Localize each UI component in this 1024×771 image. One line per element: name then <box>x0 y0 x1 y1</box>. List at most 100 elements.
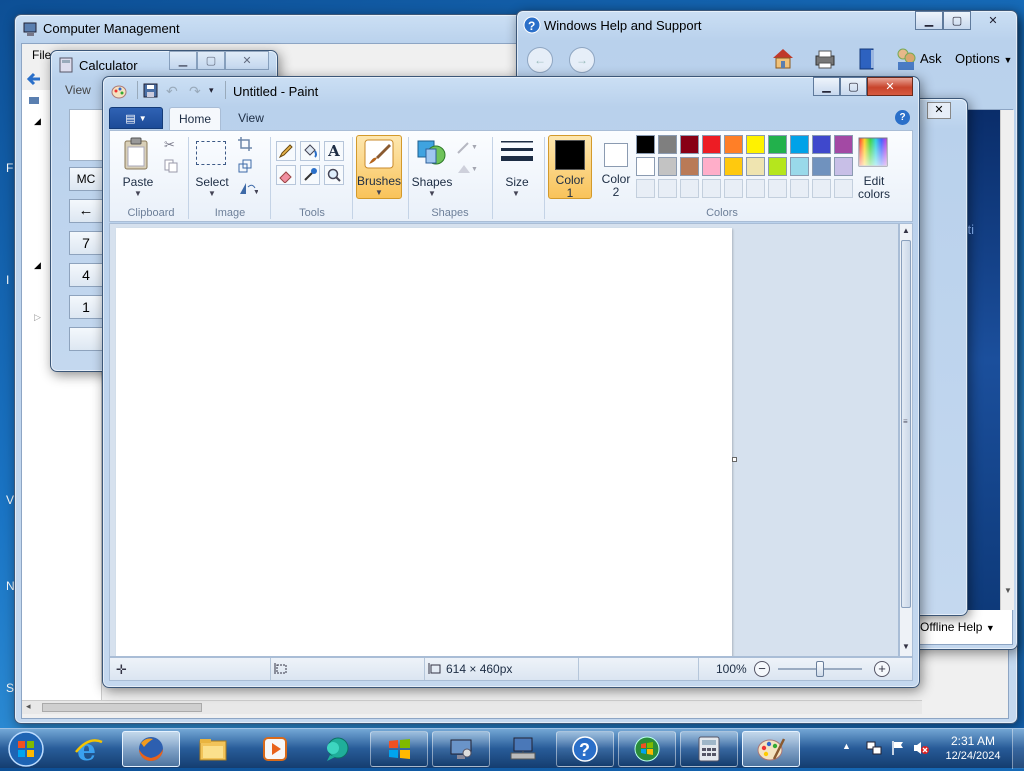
palette-custom-swatch[interactable] <box>768 179 787 198</box>
ask-label[interactable]: Ask <box>920 51 942 66</box>
close-button[interactable]: ✕ <box>225 51 269 70</box>
color1-button[interactable]: Color 1 <box>548 135 592 200</box>
palette-color-swatch[interactable] <box>834 135 853 154</box>
maximize-button[interactable]: ▢ <box>197 51 225 70</box>
scroll-thumb[interactable]: ≡ <box>901 240 911 608</box>
menu-view[interactable]: View <box>65 83 91 97</box>
scroll-up-icon[interactable]: ▲ <box>902 226 910 235</box>
palette-custom-swatch[interactable] <box>790 179 809 198</box>
edit-colors-label[interactable]: Edit colors <box>852 175 896 201</box>
palette-color-swatch[interactable] <box>790 157 809 176</box>
back-arrow-icon[interactable] <box>26 72 42 86</box>
offline-help-menu[interactable]: Offline Help ▼ <box>920 620 995 634</box>
palette-color-swatch[interactable] <box>768 157 787 176</box>
palette-color-swatch[interactable] <box>658 157 677 176</box>
size-icon[interactable] <box>500 139 534 167</box>
backspace-button[interactable]: ← <box>69 199 103 223</box>
palette-color-swatch[interactable] <box>724 157 743 176</box>
ask-icon[interactable] <box>895 47 917 71</box>
show-hidden-icons-icon[interactable]: ▲ <box>842 741 851 751</box>
minimize-button[interactable]: ▁ <box>169 51 197 70</box>
start-button[interactable] <box>6 730 46 768</box>
undo-icon[interactable]: ↶ <box>166 83 178 100</box>
key-1[interactable]: 1 <box>69 295 103 319</box>
palette-custom-swatch[interactable] <box>724 179 743 198</box>
maximize-button[interactable]: ▢ <box>840 77 867 96</box>
rotate-icon[interactable]: ▼ <box>238 181 260 196</box>
palette-custom-swatch[interactable] <box>636 179 655 198</box>
palette-color-swatch[interactable] <box>724 135 743 154</box>
close-button[interactable]: ✕ <box>971 11 1015 30</box>
shapes-icon[interactable] <box>416 137 448 169</box>
expander-icon[interactable]: ◢ <box>34 260 41 271</box>
pencil-icon[interactable] <box>276 141 296 161</box>
dropdown-arrow-icon[interactable]: ▼ <box>208 189 216 198</box>
maximize-button[interactable]: ▢ <box>943 11 971 30</box>
palette-color-swatch[interactable] <box>702 135 721 154</box>
palette-custom-swatch[interactable] <box>658 179 677 198</box>
vertical-scrollbar[interactable]: ▲ ≡ ▼ <box>899 223 913 657</box>
taskbar-media-player[interactable] <box>618 731 676 767</box>
taskbar-internet-explorer[interactable]: e <box>60 731 118 767</box>
taskbar-computer-management[interactable] <box>432 731 490 767</box>
home-icon[interactable] <box>771 47 795 69</box>
palette-color-swatch[interactable] <box>636 157 655 176</box>
select-label[interactable]: Select <box>190 175 234 189</box>
qat-customize-icon[interactable]: ▾ <box>209 85 214 96</box>
zoom-in-button[interactable]: + <box>874 661 890 677</box>
palette-custom-swatch[interactable] <box>812 179 831 198</box>
taskbar-windows[interactable] <box>370 731 428 767</box>
palette-custom-swatch[interactable] <box>746 179 765 198</box>
close-button[interactable]: ✕ <box>867 77 913 96</box>
close-button[interactable]: ✕ <box>927 102 951 119</box>
taskbar-help[interactable]: ? <box>556 731 614 767</box>
palette-color-swatch[interactable] <box>790 135 809 154</box>
scroll-thumb[interactable] <box>42 703 202 712</box>
palette-color-swatch[interactable] <box>812 135 831 154</box>
edit-colors-icon[interactable] <box>858 137 888 167</box>
tab-view[interactable]: View <box>227 111 275 125</box>
zoom-out-button[interactable]: − <box>754 661 770 677</box>
dropdown-arrow-icon[interactable]: ▼ <box>428 189 436 198</box>
save-icon[interactable] <box>143 83 158 98</box>
palette-color-swatch[interactable] <box>658 135 677 154</box>
scroll-left-icon[interactable]: ◂ <box>26 701 31 712</box>
outline-icon[interactable]: ▼ <box>456 139 480 155</box>
show-desktop-button[interactable] <box>1012 729 1024 769</box>
magnifier-icon[interactable] <box>324 165 344 185</box>
key-4[interactable]: 4 <box>69 263 103 287</box>
scroll-down-icon[interactable]: ▼ <box>1004 586 1012 595</box>
scroll-down-icon[interactable]: ▼ <box>902 642 910 651</box>
palette-color-swatch[interactable] <box>746 157 765 176</box>
key-0[interactable] <box>69 327 103 351</box>
size-label[interactable]: Size <box>496 175 538 189</box>
shapes-label[interactable]: Shapes <box>410 175 454 189</box>
menu-file[interactable]: File <box>32 48 51 62</box>
dropdown-arrow-icon[interactable]: ▼ <box>512 189 520 198</box>
fill-icon[interactable] <box>300 141 320 161</box>
palette-color-swatch[interactable] <box>702 157 721 176</box>
back-button[interactable]: ← <box>527 47 553 73</box>
browse-help-icon[interactable] <box>855 47 879 71</box>
action-center-flag-icon[interactable] <box>890 740 906 756</box>
palette-custom-swatch[interactable] <box>834 179 853 198</box>
volume-muted-icon[interactable] <box>912 740 930 756</box>
key-7[interactable]: 7 <box>69 231 103 255</box>
network-status-icon[interactable] <box>866 740 882 756</box>
canvas-resize-handle[interactable] <box>732 457 737 462</box>
taskbar-explorer[interactable] <box>184 731 242 767</box>
palette-color-swatch[interactable] <box>680 135 699 154</box>
shape-fill-icon[interactable]: ▼ <box>456 161 480 177</box>
palette-color-swatch[interactable] <box>680 157 699 176</box>
print-icon[interactable] <box>813 48 837 70</box>
palette-color-swatch[interactable] <box>636 135 655 154</box>
paste-label[interactable]: Paste <box>116 175 160 189</box>
taskbar-network[interactable] <box>494 731 552 767</box>
palette-color-swatch[interactable] <box>768 135 787 154</box>
taskbar-paint[interactable] <box>742 731 800 767</box>
taskbar-firefox[interactable] <box>122 731 180 767</box>
mc-button[interactable]: MC <box>69 167 103 191</box>
paint-window[interactable]: ↶ ↷ ▾ Untitled - Paint ▁ ▢ ✕ ▤ ▼ Home Vi… <box>102 76 920 688</box>
options-menu[interactable]: Options ▼ <box>955 51 1012 66</box>
palette-custom-swatch[interactable] <box>680 179 699 198</box>
